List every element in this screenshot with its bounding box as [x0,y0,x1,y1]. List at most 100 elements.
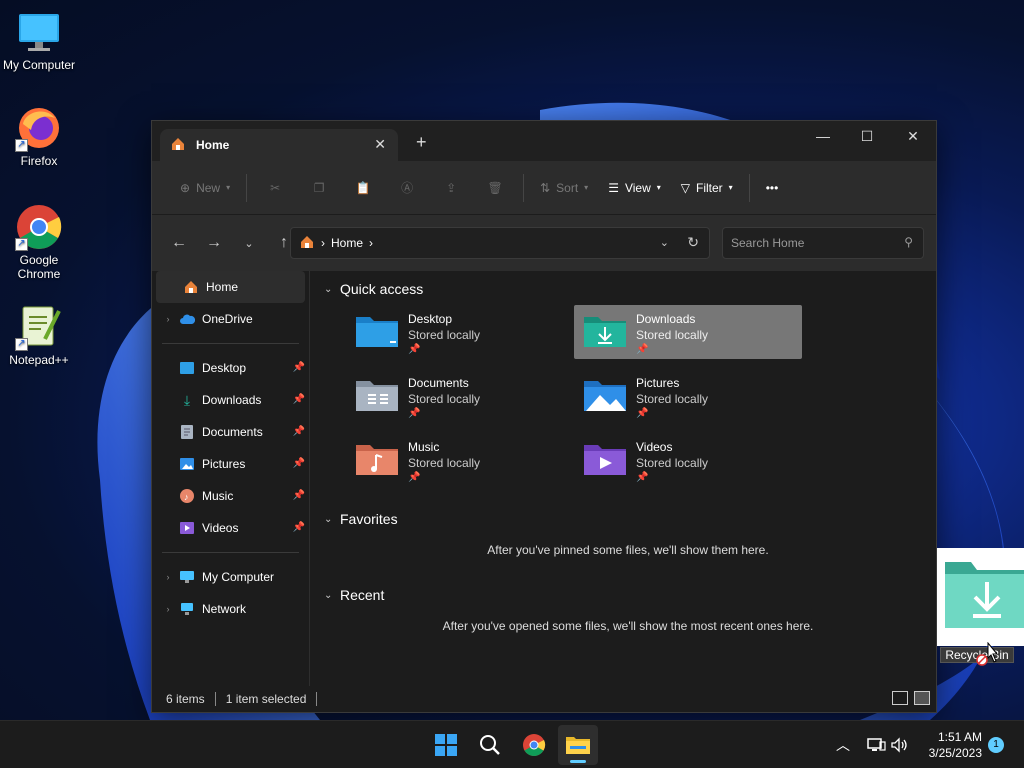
item-status: Stored locally [636,392,709,406]
music-icon: ♪ [178,488,196,504]
sort-button[interactable]: ⇅ Sort ▾ [530,172,598,204]
expand-chevron-icon[interactable]: › [158,572,178,582]
selection-count: 1 item selected [225,692,307,706]
quick-access-item-pictures[interactable]: Pictures Stored locally 📌 [574,369,802,423]
downloads-folder-icon [582,311,628,351]
sidebar-item-pictures[interactable]: Pictures 📌 [152,448,309,480]
address-bar[interactable]: › Home › ⌄ ↻ [290,227,710,259]
show-hidden-icons-button[interactable]: ︿ [836,721,850,768]
command-bar: ⊕ New ▾ ✂ ❐ 📋 Ⓐ ⇪ 🗑 ⇅ Sort ▾ ☰ View ▾ ▽ … [152,161,936,215]
sidebar-item-music[interactable]: ♪ Music 📌 [152,480,309,512]
new-button[interactable]: ⊕ New ▾ [170,172,240,204]
speaker-icon [891,737,907,753]
details-view-icon[interactable] [892,691,908,705]
see-more-button[interactable]: ••• [756,172,789,204]
quick-access-item-videos[interactable]: Videos Stored locally 📌 [574,433,802,487]
sidebar-item-label: OneDrive [202,312,253,326]
sidebar-divider [162,552,299,553]
delete-button[interactable]: 🗑 [481,172,509,204]
item-count: 6 items [166,692,205,706]
section-favorites[interactable]: ⌄ Favorites [324,505,936,533]
volume-tray-button[interactable] [890,721,910,768]
view-button[interactable]: ☰ View ▾ [598,172,671,204]
desktop-folder-icon [354,311,400,351]
expand-chevron-icon[interactable]: › [158,314,178,324]
sidebar-item-label: Pictures [202,457,246,471]
new-tab-button[interactable]: + [416,133,427,151]
item-name: Documents [408,376,469,390]
search-box[interactable]: ⚲ [722,227,924,259]
search-input[interactable] [731,236,891,250]
documents-folder-icon [354,375,400,415]
close-window-button[interactable]: ✕ [890,121,936,151]
item-status: Stored locally [636,328,709,342]
chrome-taskbar-button[interactable] [514,725,554,765]
sidebar-item-documents[interactable]: Documents 📌 [152,416,309,448]
filter-button[interactable]: ▽ Filter ▾ [671,172,743,204]
toolbar-divider [246,173,248,202]
tab-home[interactable]: Home ✕ [160,129,398,161]
start-button[interactable] [426,725,466,765]
address-history-dropdown[interactable]: ⌄ [660,236,669,249]
desktop-icon-firefox[interactable]: ↗ Firefox [0,104,78,168]
sidebar-item-my-computer[interactable]: › My Computer [152,561,309,593]
share-button[interactable]: ⇪ [437,172,465,204]
notification-badge[interactable]: 1 [988,737,1004,753]
desktop-icon-chrome[interactable]: ↗ Google Chrome [0,203,78,281]
chevron-down-icon: ▾ [584,183,589,192]
quick-access-item-downloads[interactable]: Downloads Stored locally 📌 [574,305,802,359]
filter-label: Filter [696,180,723,195]
sidebar-item-downloads[interactable]: ⤓ Downloads 📌 [152,384,309,416]
network-icon [867,738,886,751]
quick-access-item-documents[interactable]: Documents Stored locally 📌 [346,369,574,423]
section-quick-access[interactable]: ⌄ Quick access [324,275,936,303]
file-explorer-taskbar-button[interactable] [558,725,598,765]
item-status: Stored locally [636,456,709,470]
clock-time: 1:51 AM [937,730,982,744]
quick-access-item-desktop[interactable]: Desktop Stored locally 📌 [346,305,574,359]
maximize-button[interactable]: ☐ [844,121,890,151]
clock[interactable]: 1:51 AM 3/25/2023 [929,729,982,761]
plus-circle-icon: ⊕ [180,180,191,195]
tiles-view-icon[interactable] [914,691,930,705]
sidebar-item-onedrive[interactable]: › OneDrive [152,303,309,335]
forward-button[interactable]: → [199,228,229,258]
paste-button[interactable]: 📋 [349,172,377,204]
minimize-button[interactable]: — [800,121,846,151]
navigation-bar: ← → ⌄ ↑ › Home › ⌄ ↻ ⚲ [152,215,936,271]
sidebar-item-videos[interactable]: Videos 📌 [152,512,309,544]
tab-label: Home [196,138,230,152]
desktop-icon-notepadpp[interactable]: ↗ Notepad++ [0,303,78,367]
section-recent[interactable]: ⌄ Recent [324,581,936,609]
search-icon: ⚲ [904,235,913,249]
refresh-icon[interactable]: ↻ [687,234,699,251]
copy-button[interactable]: ❐ [305,172,333,204]
desktop-icon-label: Firefox [20,154,58,168]
status-divider [316,692,318,706]
breadcrumb-home[interactable]: Home [331,236,363,250]
close-tab-icon[interactable]: ✕ [374,136,386,153]
toolbar-divider [748,173,750,202]
pin-icon: 📌 [636,408,649,419]
sidebar-item-home[interactable]: Home [156,271,305,303]
quick-access-grid: Desktop Stored locally 📌 Downloads Store… [346,305,936,497]
recent-locations-button[interactable]: ⌄ [234,228,264,258]
sidebar-item-network[interactable]: › Network [152,593,309,625]
search-button[interactable] [470,725,510,765]
scissors-icon: ✂ [270,180,281,195]
sidebar-item-desktop[interactable]: Desktop 📌 [152,352,309,384]
cut-button[interactable]: ✂ [261,172,289,204]
expand-chevron-icon[interactable]: › [158,604,178,614]
item-name: Pictures [636,376,680,390]
notepad-plus-plus-icon: ↗ [15,303,63,351]
item-status: Stored locally [408,328,481,342]
rename-button[interactable]: Ⓐ [393,172,421,204]
desktop-icon-label: My Computer [2,58,76,72]
sidebar-item-label: Desktop [202,361,247,375]
desktop-icon-my-computer[interactable]: My Computer [0,8,78,72]
desktop-icon-label: Notepad++ [9,353,69,367]
network-tray-button[interactable] [866,721,886,768]
quick-access-item-music[interactable]: Music Stored locally 📌 [346,433,574,487]
back-button[interactable]: ← [164,228,194,258]
status-divider [214,692,216,706]
